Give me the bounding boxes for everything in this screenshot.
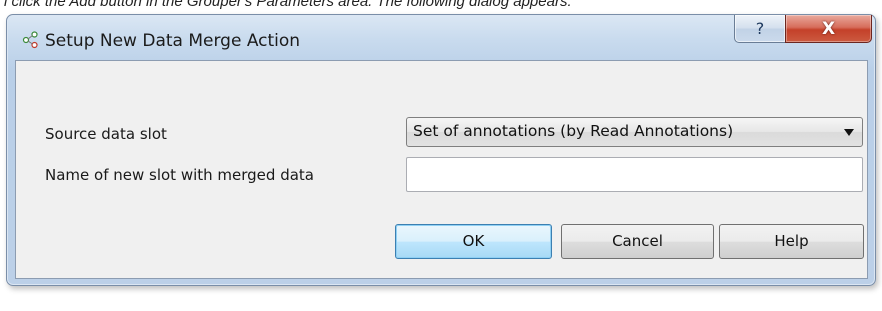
source-data-slot-value: Set of annotations (by Read Annotations) bbox=[413, 122, 734, 140]
source-data-slot-dropdown[interactable]: Set of annotations (by Read Annotations) bbox=[406, 117, 863, 147]
source-data-slot-label: Source data slot bbox=[45, 125, 167, 143]
ok-button[interactable]: OK bbox=[395, 224, 552, 259]
dialog-title: Setup New Data Merge Action bbox=[45, 31, 301, 51]
question-mark-icon: ? bbox=[755, 19, 765, 38]
grouper-nodes-icon bbox=[22, 31, 40, 49]
dialog-titlebar[interactable]: Setup New Data Merge Action ? X bbox=[7, 15, 875, 60]
close-icon: X bbox=[821, 18, 836, 39]
instruction-text: l click the Add button in the Grouper's … bbox=[4, 0, 572, 10]
merged-slot-name-label: Name of new slot with merged data bbox=[45, 166, 314, 184]
merged-slot-name-input[interactable] bbox=[406, 157, 863, 192]
dialog-body: Source data slot Set of annotations (by … bbox=[15, 60, 868, 279]
dialog-window: Setup New Data Merge Action ? X Source d… bbox=[6, 14, 876, 286]
close-button[interactable]: X bbox=[785, 15, 872, 43]
chevron-down-icon bbox=[844, 129, 854, 136]
context-help-button[interactable]: ? bbox=[734, 15, 786, 43]
cancel-button[interactable]: Cancel bbox=[561, 224, 714, 259]
help-button[interactable]: Help bbox=[719, 224, 864, 259]
